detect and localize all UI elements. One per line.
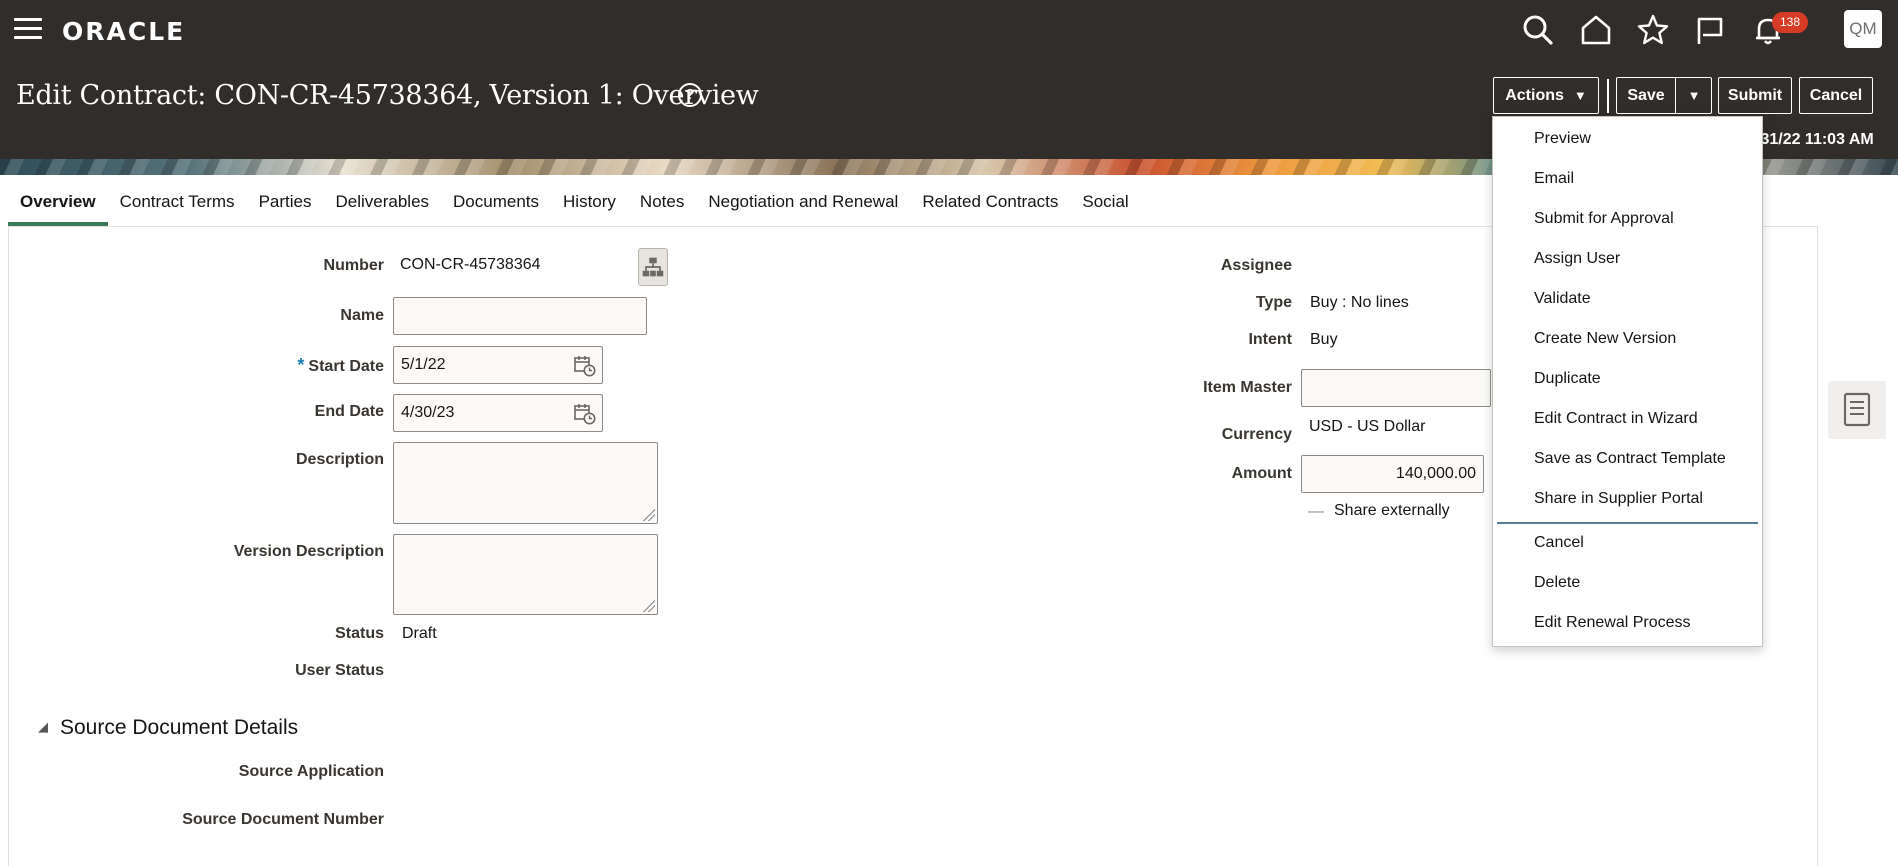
source-document-section-header[interactable]: ◢ Source Document Details [38,716,298,740]
required-marker: * [297,355,305,375]
source-application-label: Source Application [238,763,384,780]
tab-parties[interactable]: Parties [247,186,324,226]
end-date-input[interactable]: 4/30/23 [393,394,603,432]
hamburger-icon[interactable] [14,18,42,42]
assignee-label: Assignee [1220,257,1292,274]
hierarchy-button[interactable] [638,248,668,286]
version-description-label: Version Description [233,543,384,560]
save-menu-caret-icon[interactable]: ▼ [1676,78,1712,113]
user-status-label: User Status [295,662,384,679]
tab-overview[interactable]: Overview [8,186,108,226]
share-externally-indicator[interactable]: — [1308,503,1324,521]
menu-item-create-new-version[interactable]: Create New Version [1534,330,1676,348]
home-icon[interactable] [1578,12,1614,48]
tab-deliverables[interactable]: Deliverables [323,186,441,226]
menu-item-delete[interactable]: Delete [1534,574,1580,592]
tab-bar: Overview Contract Terms Parties Delivera… [8,186,1141,226]
side-panel-button[interactable] [1828,381,1886,439]
menu-separator [1497,522,1758,524]
description-textarea[interactable] [393,442,658,524]
collapse-triangle-icon[interactable]: ◢ [38,719,48,735]
save-button[interactable]: Save ▼ [1616,77,1712,114]
menu-item-email[interactable]: Email [1534,170,1574,188]
start-date-label: * Start Date [180,355,384,376]
name-input[interactable] [393,297,647,335]
end-date-value: 4/30/23 [401,404,455,421]
menu-item-validate[interactable]: Validate [1534,290,1591,308]
calendar-icon[interactable] [574,403,596,425]
type-label: Type [1255,294,1292,311]
number-label: Number [323,257,384,274]
global-header: ORACLE 138 QM [0,0,1898,62]
name-label: Name [340,307,384,324]
item-master-input[interactable] [1301,369,1491,407]
help-icon[interactable]: ? [678,83,702,107]
page-title: Edit Contract: CON-CR-45738364, Version … [16,80,759,111]
tab-contract-terms[interactable]: Contract Terms [108,186,247,226]
flag-icon[interactable] [1692,12,1728,48]
tab-negotiation-and-renewal[interactable]: Negotiation and Renewal [696,186,910,226]
tab-related-contracts[interactable]: Related Contracts [910,186,1070,226]
oracle-logo: ORACLE [62,17,186,46]
notification-badge: 138 [1772,12,1808,33]
star-icon[interactable] [1635,12,1671,48]
share-externally-label: Share externally [1334,502,1450,519]
number-value: CON-CR-45738364 [400,256,541,273]
status-label: Status [335,625,384,642]
menu-item-cancel[interactable]: Cancel [1534,534,1584,552]
menu-item-edit-renewal-process[interactable]: Edit Renewal Process [1534,614,1691,632]
currency-value: USD - US Dollar [1309,418,1426,435]
caret-down-icon: ▼ [1573,88,1587,103]
cancel-button[interactable]: Cancel [1799,77,1873,114]
actions-menu: Preview Email Submit for Approval Assign… [1492,116,1763,647]
currency-label: Currency [1221,426,1292,443]
resize-handle[interactable] [643,600,655,612]
source-document-number-label: Source Document Number [182,811,384,828]
start-date-label-text: Start Date [308,358,384,375]
section-title: Source Document Details [60,716,299,739]
submit-button[interactable]: Submit [1718,77,1792,114]
menu-item-submit-for-approval[interactable]: Submit for Approval [1534,210,1674,228]
tab-notes[interactable]: Notes [628,186,696,226]
status-value: Draft [402,625,437,642]
version-description-textarea[interactable] [393,534,658,615]
description-label: Description [295,451,384,468]
menu-item-preview[interactable]: Preview [1534,130,1591,148]
menu-item-save-as-contract-template[interactable]: Save as Contract Template [1534,450,1726,468]
last-saved-timestamp: /31/22 11:03 AM [1756,131,1874,148]
type-value: Buy : No lines [1310,294,1409,311]
menu-item-edit-contract-in-wizard[interactable]: Edit Contract in Wizard [1534,410,1698,428]
save-button-label: Save [1627,87,1665,104]
end-date-label: End Date [314,403,384,420]
search-icon[interactable] [1520,12,1556,48]
intent-label: Intent [1248,331,1292,348]
document-icon [1843,392,1871,427]
tab-history[interactable]: History [551,186,628,226]
menu-item-duplicate[interactable]: Duplicate [1534,370,1601,388]
tab-social[interactable]: Social [1070,186,1140,226]
start-date-input[interactable]: 5/1/22 [393,346,603,384]
amount-label: Amount [1231,465,1292,482]
menu-item-assign-user[interactable]: Assign User [1534,250,1620,268]
tab-documents[interactable]: Documents [441,186,551,226]
intent-value: Buy [1310,331,1338,348]
calendar-icon[interactable] [574,355,596,377]
menu-item-share-in-supplier-portal[interactable]: Share in Supplier Portal [1534,490,1703,508]
start-date-value: 5/1/22 [401,356,446,373]
user-avatar[interactable]: QM [1844,10,1882,48]
hierarchy-icon [642,257,664,277]
resize-handle[interactable] [643,509,655,521]
toolbar-separator [1607,79,1609,113]
amount-input[interactable]: 140,000.00 [1301,455,1484,493]
actions-button-label: Actions [1505,87,1564,104]
item-master-label: Item Master [1203,379,1292,396]
actions-button[interactable]: Actions ▼ [1493,77,1599,114]
